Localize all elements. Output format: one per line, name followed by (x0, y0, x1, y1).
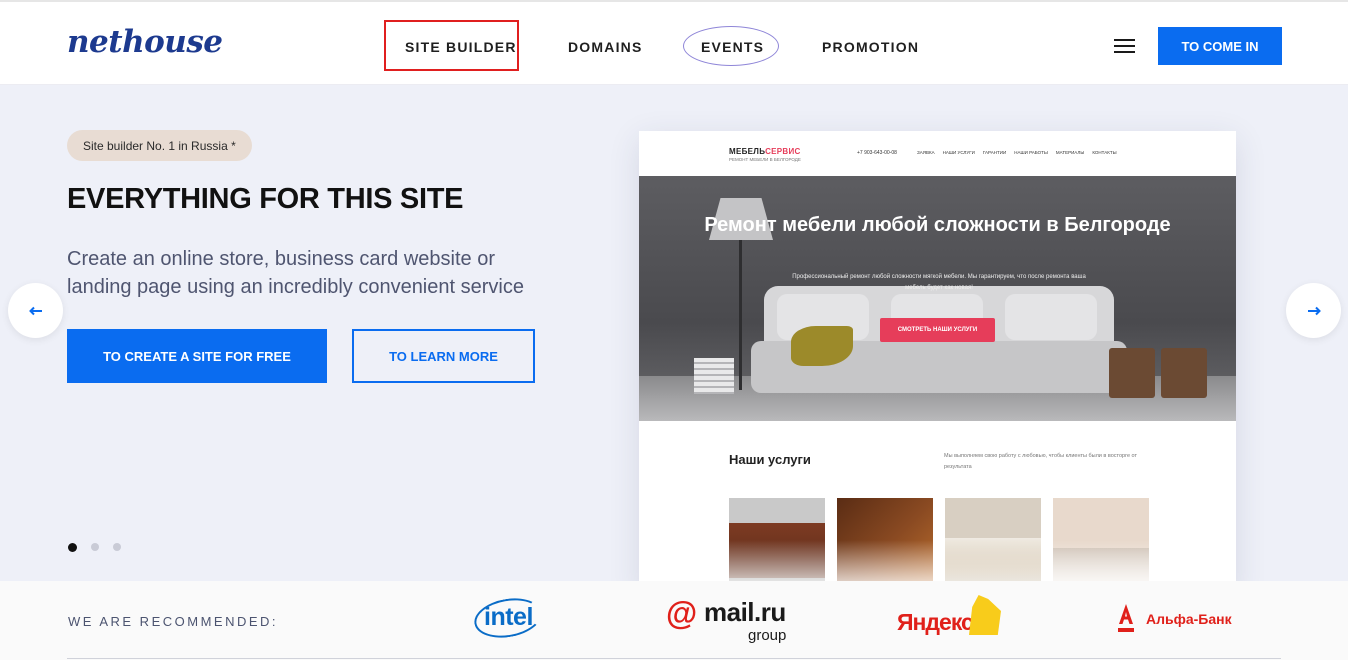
create-site-button[interactable]: TO CREATE A SITE FOR FREE (67, 329, 327, 383)
prev-slide-button[interactable] (8, 283, 63, 338)
preview-menu-item: МАТЕРИАЛЫ (1055, 150, 1085, 155)
preview-hero-image: Ремонт мебели любой сложности в Белгород… (639, 176, 1236, 421)
preview-logo-subtitle: РЕМОНТ МЕБЕЛИ В БЕЛГОРОДЕ (729, 157, 801, 162)
mailru-logo: @ mail.ru group (666, 595, 787, 644)
preview-logo: МЕБЕЛЬСЕРВИС (729, 147, 801, 156)
service-card-image (1053, 498, 1149, 581)
service-card-image (945, 498, 1041, 581)
preview-service-cards (729, 498, 1149, 581)
login-button[interactable]: TO COME IN (1158, 27, 1282, 65)
yandex-logo: Яндекс (897, 595, 1007, 639)
recommended-strip: WE ARE RECOMMENDED: intel @ mail.ru grou… (0, 581, 1348, 660)
preview-services-text: Мы выполняем свою работу с любовью, чтоб… (944, 453, 1138, 470)
service-card-image (729, 498, 825, 581)
basket-illustration (1109, 348, 1155, 398)
preview-menu-item: ЗАЯВКА (917, 150, 935, 155)
next-slide-button[interactable] (1286, 283, 1341, 338)
service-card-image (837, 498, 933, 581)
slider-dot-2[interactable] (91, 543, 99, 551)
preview-header: МЕБЕЛЬСЕРВИС РЕМОНТ МЕБЕЛИ В БЕЛГОРОДЕ +… (639, 131, 1236, 176)
nav-domains[interactable]: DOMAINS (568, 39, 643, 55)
nav-events[interactable]: EVENTS (701, 39, 764, 55)
slider-dot-3[interactable] (113, 543, 121, 551)
recommended-label: WE ARE RECOMMENDED: (68, 614, 279, 629)
preview-menu-item: НАШИ РАБОТЫ (1014, 150, 1048, 155)
preview-text: Профессиональный ремонт любой сложности … (792, 274, 1086, 291)
divider (67, 658, 1281, 659)
alfa-bank-logo: Альфа-Банк (1116, 602, 1236, 638)
learn-more-button[interactable]: TO LEARN MORE (352, 329, 535, 383)
arrow-right-icon (1307, 306, 1321, 315)
hero-title: EVERYTHING FOR THIS SITE (67, 183, 464, 215)
nethouse-logo[interactable]: nethouse (67, 24, 223, 60)
preview-services-title: Наши услуги (729, 452, 811, 467)
preview-phone: +7 903-643-00-08 (857, 150, 897, 156)
arrow-left-icon (28, 306, 42, 315)
slider-dot-1[interactable] (68, 543, 77, 552)
hero-slider: Site builder No. 1 in Russia * EVERYTHIN… (0, 85, 1348, 581)
intel-logo: intel (471, 593, 545, 643)
site-header: nethouse SITE BUILDER DOMAINS EVENTS PRO… (0, 0, 1348, 85)
blanket-illustration (791, 326, 853, 366)
preview-menu-item: ГАРАНТИИ (982, 150, 1007, 155)
preview-services-button: СМОТРЕТЬ НАШИ УСЛУГИ (880, 318, 995, 342)
nav-site-builder[interactable]: SITE BUILDER (405, 39, 517, 55)
preview-menu-item: НАШИ УСЛУГИ (942, 150, 975, 155)
hero-subtitle: Create an online store, business card we… (67, 248, 524, 298)
preview-menu: ЗАЯВКА НАШИ УСЛУГИ ГАРАНТИИ НАШИ РАБОТЫ … (917, 150, 1117, 155)
books-illustration (694, 358, 734, 394)
nav-promotion[interactable]: PROMOTION (822, 39, 919, 55)
hamburger-menu-icon[interactable] (1114, 39, 1135, 54)
preview-menu-item: КОНТАКТЫ (1092, 150, 1117, 155)
slider-dots (68, 543, 121, 552)
website-preview: МЕБЕЛЬСЕРВИС РЕМОНТ МЕБЕЛИ В БЕЛГОРОДЕ +… (639, 131, 1236, 581)
preview-title: Ремонт мебели любой сложности в Белгород… (704, 214, 1171, 236)
hero-badge: Site builder No. 1 in Russia * (67, 130, 252, 161)
